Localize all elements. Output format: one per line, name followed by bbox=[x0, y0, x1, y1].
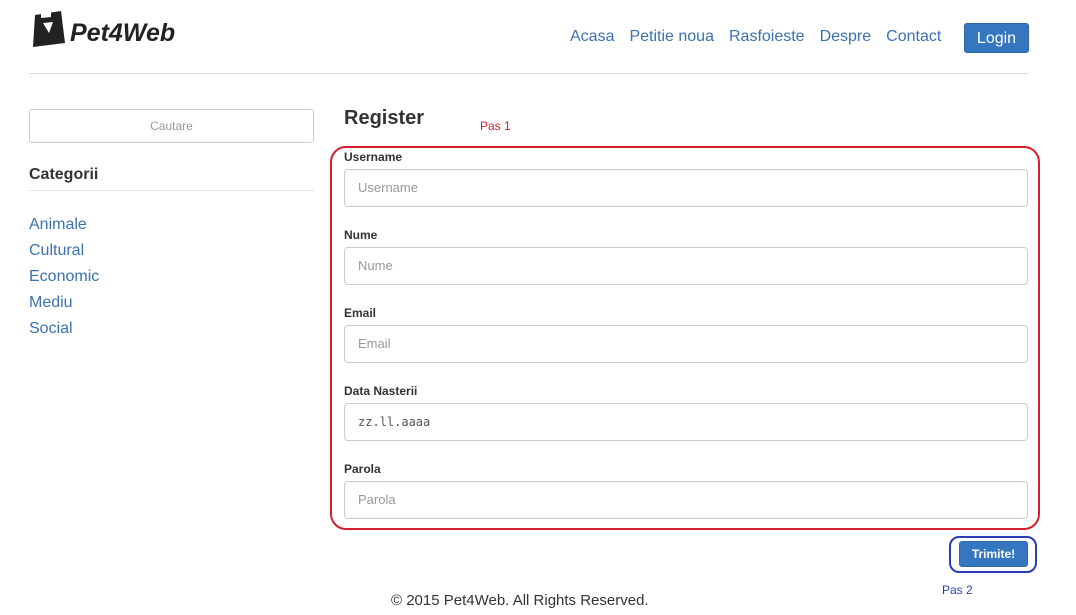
categories-title: Categorii bbox=[29, 166, 99, 183]
username-field[interactable]: Username bbox=[344, 169, 1028, 207]
parola-label: Parola bbox=[344, 462, 381, 476]
category-economic[interactable]: Economic bbox=[29, 264, 99, 290]
nume-label: Nume bbox=[344, 228, 378, 242]
brand-logo[interactable]: Pet4Web bbox=[29, 7, 189, 51]
login-button[interactable]: Login bbox=[964, 23, 1029, 53]
email-field[interactable]: Email bbox=[344, 325, 1028, 363]
nav-despre[interactable]: Despre bbox=[820, 25, 872, 49]
search-input[interactable]: Cautare bbox=[29, 109, 314, 143]
email-label: Email bbox=[344, 306, 377, 320]
category-animale[interactable]: Animale bbox=[29, 212, 99, 238]
username-label: Username bbox=[344, 150, 403, 164]
category-list: Animale Cultural Economic Mediu Social bbox=[29, 212, 99, 342]
nav-rasfoieste[interactable]: Rasfoieste bbox=[729, 25, 805, 49]
brand-name: Pet4Web bbox=[70, 18, 176, 47]
step1-annotation: Pas 1 bbox=[480, 119, 511, 133]
header-divider bbox=[29, 73, 1029, 74]
birthdate-label: Data Nasterii bbox=[344, 384, 418, 398]
nav-contact[interactable]: Contact bbox=[886, 25, 941, 49]
nume-field[interactable]: Nume bbox=[344, 247, 1028, 285]
clipboard-logo-icon bbox=[33, 11, 65, 47]
birthdate-field[interactable]: zz.ll.aaaa bbox=[344, 403, 1028, 441]
footer-copyright: © 2015 Pet4Web. All Rights Reserved. bbox=[391, 592, 649, 609]
password-field[interactable]: Parola bbox=[344, 481, 1028, 519]
categories-divider bbox=[29, 190, 314, 191]
submit-button[interactable]: Trimite! bbox=[959, 541, 1028, 567]
nav-petitie-noua[interactable]: Petitie noua bbox=[629, 25, 714, 49]
category-cultural[interactable]: Cultural bbox=[29, 238, 99, 264]
category-mediu[interactable]: Mediu bbox=[29, 290, 99, 316]
category-social[interactable]: Social bbox=[29, 316, 99, 342]
nav-acasa[interactable]: Acasa bbox=[570, 25, 614, 49]
main-nav: Acasa Petitie noua Rasfoieste Despre Con… bbox=[570, 25, 956, 49]
step2-annotation: Pas 2 bbox=[942, 583, 973, 597]
page-title: Register bbox=[344, 107, 425, 129]
